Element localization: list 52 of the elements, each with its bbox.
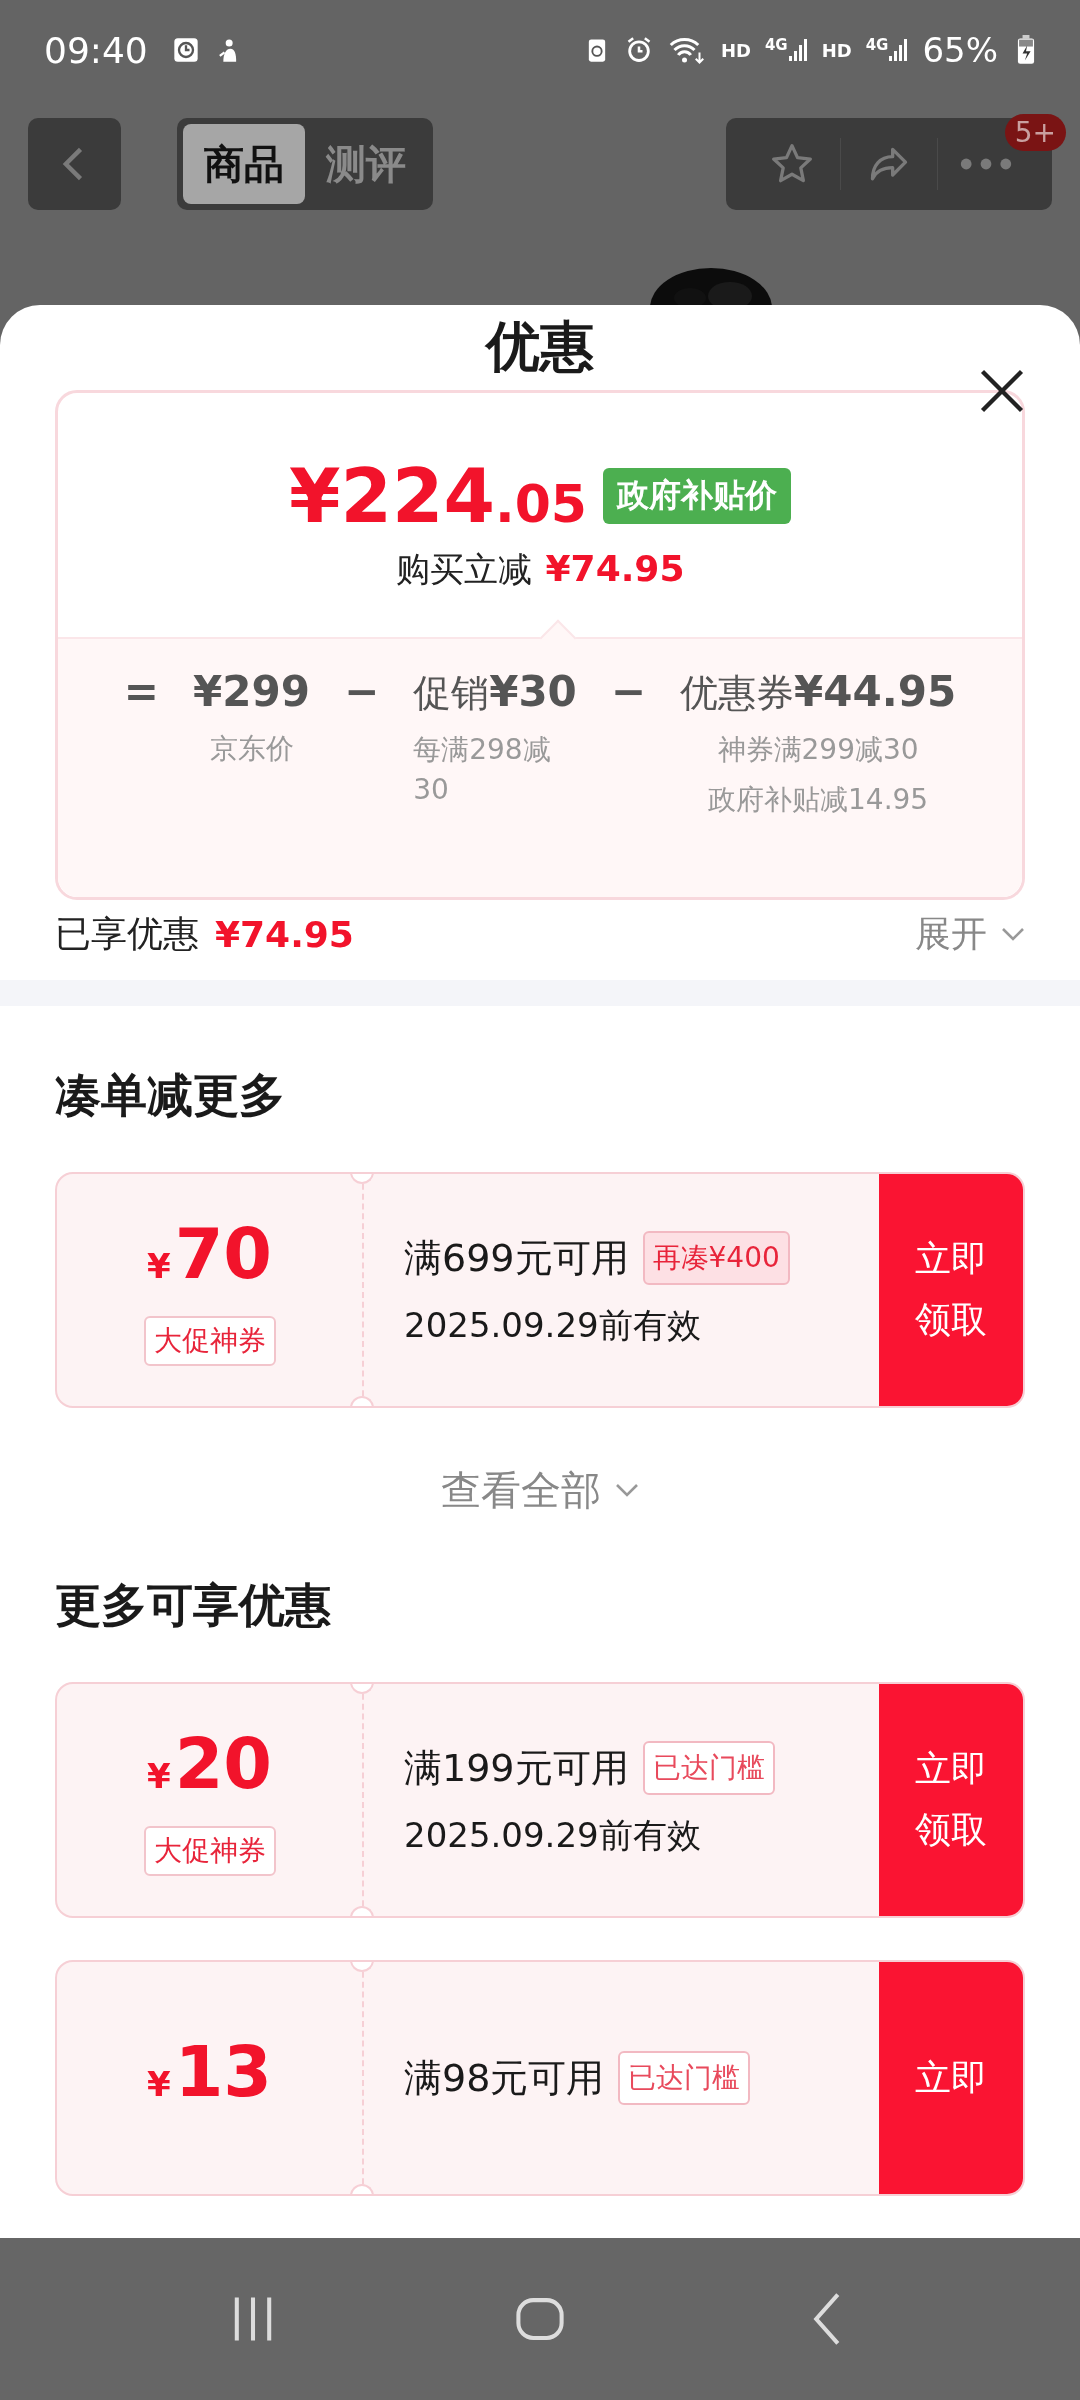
discount-amount: ¥74.95 <box>545 548 685 589</box>
battery-percent: 65% <box>922 30 998 70</box>
price-note: 政府补贴减14.95 <box>708 782 929 818</box>
back-button[interactable] <box>28 118 121 210</box>
tab[interactable]: 商品 <box>183 124 305 204</box>
signal-icon <box>787 36 808 64</box>
subsidy-tag: 政府补贴价 <box>603 468 792 524</box>
claim-button[interactable]: 立即 <box>879 1962 1023 2194</box>
price-note: 京东价 <box>209 731 294 767</box>
discount-label: 购买立减 <box>395 548 532 591</box>
price-component: ¥299 <box>193 666 310 718</box>
operator-sign: − <box>343 666 380 718</box>
coupon-amount: ¥70 <box>146 1214 273 1297</box>
signal-icon <box>888 36 909 64</box>
claim-button[interactable]: 立即 领取 <box>879 1174 1023 1406</box>
status-time: 09:40 <box>44 29 148 71</box>
threshold-badge: 已达门槛 <box>642 1741 775 1795</box>
coupon-validity: 2025.09.29前有效 <box>404 1814 702 1857</box>
operator-sign: − <box>610 666 647 718</box>
coupon-amount: ¥20 <box>146 1724 273 1807</box>
tab[interactable]: 测评 <box>305 124 427 204</box>
claim-button[interactable]: 立即 领取 <box>879 1684 1023 1916</box>
coupon-validity: 2025.09.29前有效 <box>404 1304 702 1347</box>
saved-amount: ¥74.95 <box>215 913 354 955</box>
section-title: 更多可享优惠 <box>55 1577 332 1634</box>
sheet-title: 优惠 <box>486 314 594 380</box>
chevron-down-icon <box>1001 927 1025 941</box>
network-type: 4G <box>764 36 788 54</box>
section-title: 凑单减更多 <box>55 1067 286 1124</box>
clock-app-icon <box>171 35 200 65</box>
final-price: ¥224.05 <box>288 453 588 539</box>
hd-indicator: HD <box>720 39 751 61</box>
coupon-condition: 满699元可用 <box>404 1234 629 1282</box>
price-note: 神券满299减30 <box>717 732 919 768</box>
threshold-badge: 已达门槛 <box>618 2051 751 2105</box>
price-note: 每满298减30 <box>413 732 552 808</box>
coupon-tag: 大促神券 <box>143 1826 276 1876</box>
coupon-condition: 满98元可用 <box>404 2054 605 2102</box>
coupon-condition: 满199元可用 <box>404 1744 629 1792</box>
operator-sign: = <box>123 666 160 718</box>
price-component: 优惠券¥44.95 <box>680 666 957 718</box>
network-type: 4G <box>865 36 889 54</box>
coupon-tag: 大促神券 <box>143 1316 276 1366</box>
saved-label: 已享优惠 <box>55 911 199 956</box>
chevron-down-icon <box>615 1483 639 1497</box>
coupon-amount: ¥13 <box>146 2032 273 2115</box>
expand-button[interactable]: 展开 <box>915 909 1025 959</box>
notification-badge: 5+ <box>1004 114 1066 151</box>
view-all-button[interactable]: 查看全部 <box>441 1450 639 1530</box>
threshold-badge: 再凑¥400 <box>642 1231 790 1285</box>
hd-indicator: HD <box>821 39 852 61</box>
price-component: 促销¥30 <box>413 666 577 718</box>
